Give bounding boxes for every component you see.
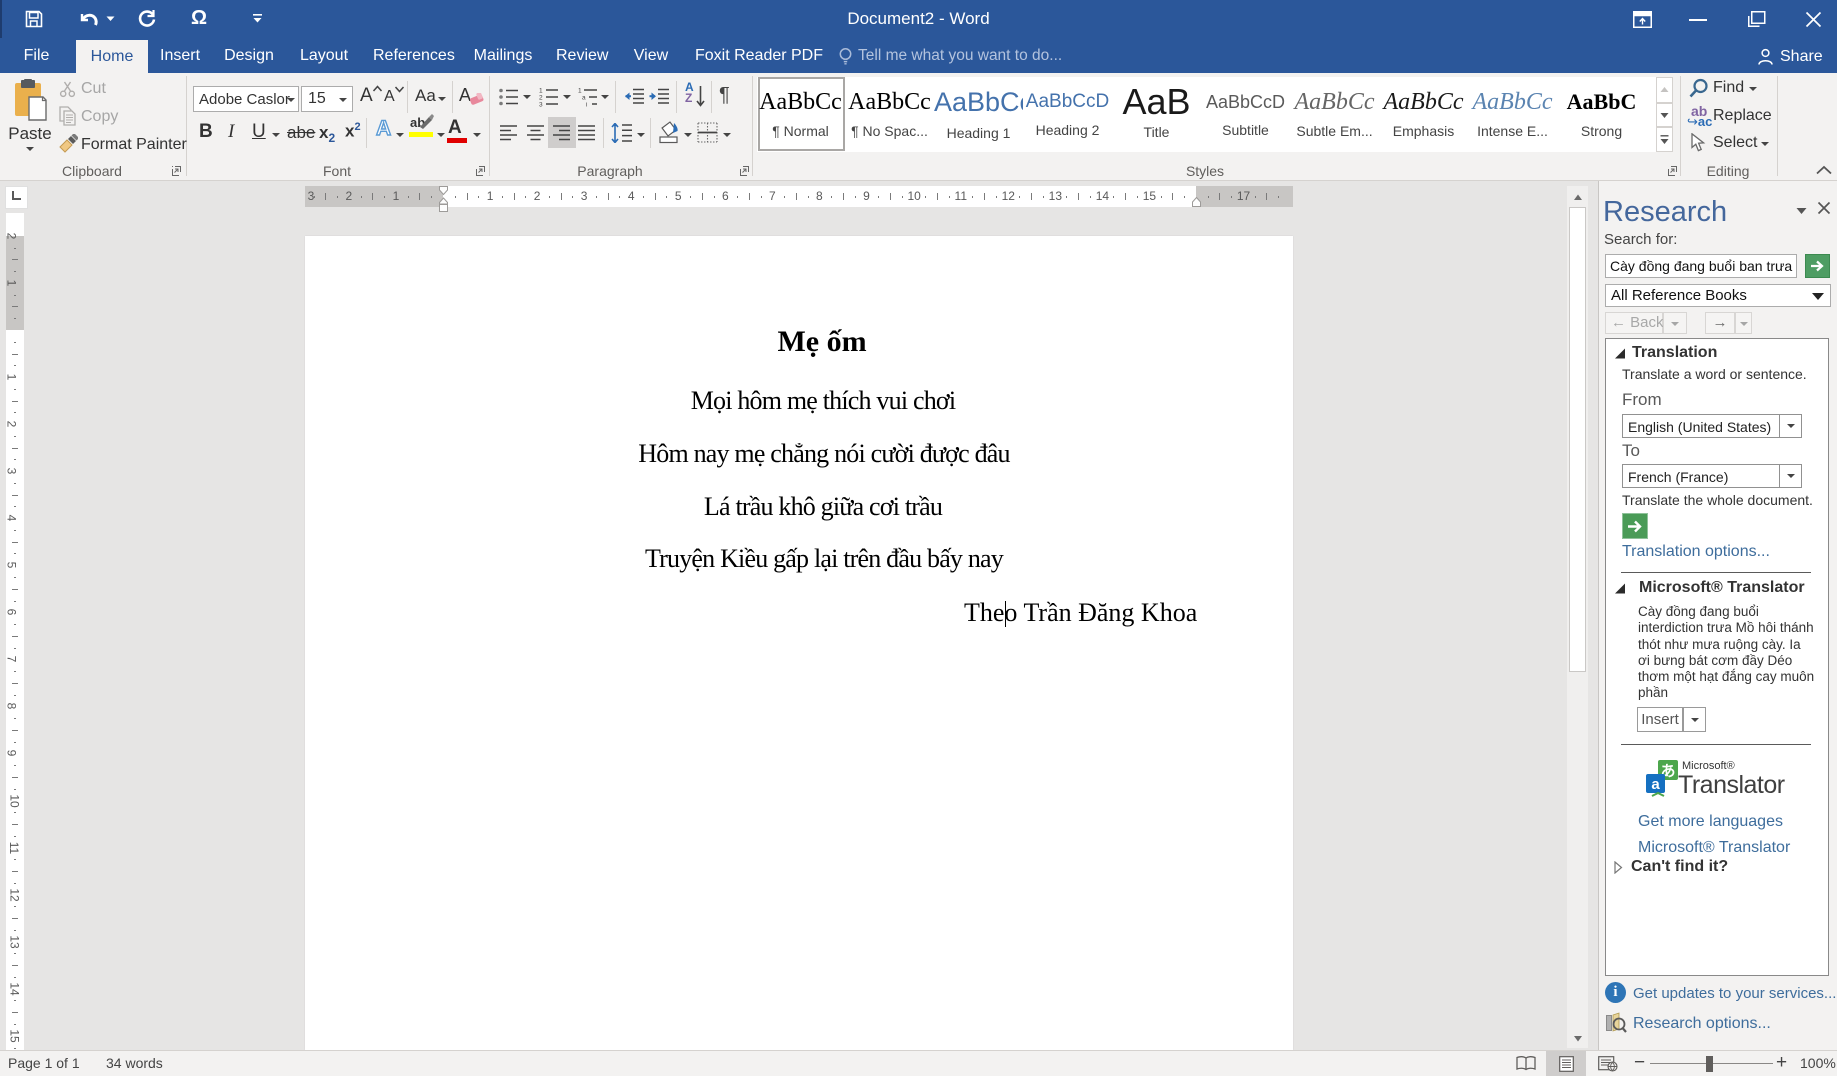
svg-text:2: 2 [539,95,543,102]
svg-text:a: a [582,95,586,102]
svg-text:a: a [1651,776,1660,793]
svg-text:1: 1 [539,88,543,95]
svg-text:3: 3 [539,102,543,108]
svg-text:1: 1 [578,88,582,95]
svg-text:i: i [586,102,587,108]
